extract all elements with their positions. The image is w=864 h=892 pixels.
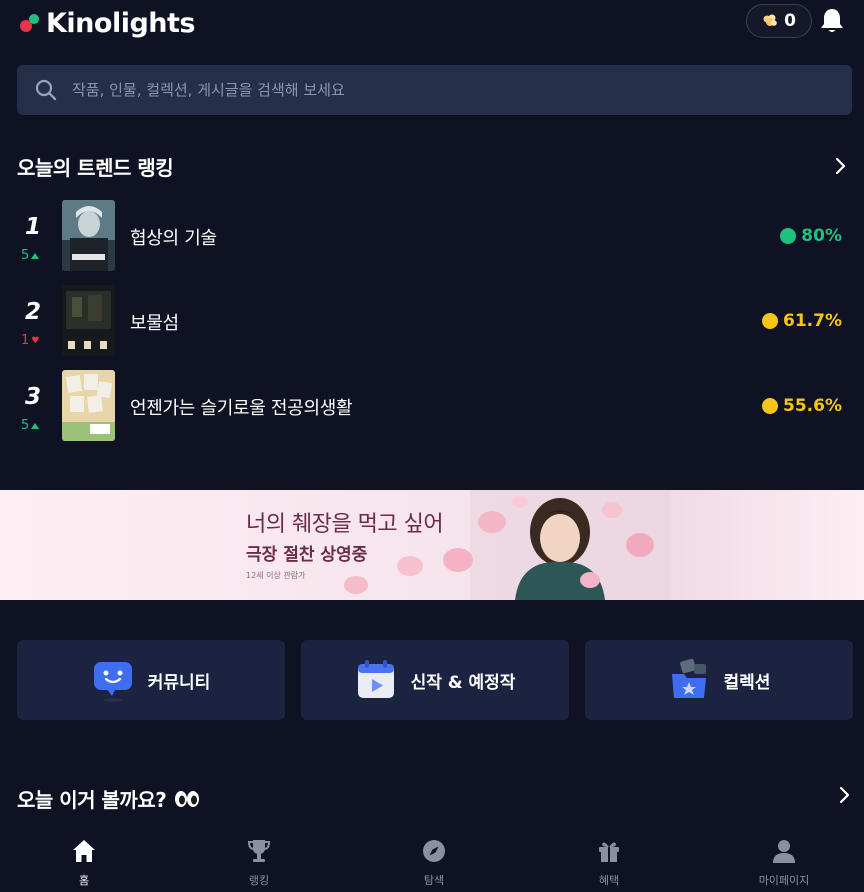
rank-up-icon	[31, 422, 40, 429]
search-icon	[35, 79, 57, 101]
community-label: 커뮤니티	[147, 672, 211, 693]
trend-ranking-title: 오늘의 트렌드 랭킹	[17, 156, 174, 180]
ranking-title: 언젠가는 슬기로울 전공의생활	[130, 398, 353, 419]
trend-more-chevron-icon[interactable]	[834, 156, 848, 176]
poster-image[interactable]	[62, 370, 115, 441]
new-releases-label: 신작 & 예정작	[410, 672, 516, 693]
score: 61.7%	[762, 311, 842, 331]
nav-benefits-label: 혜택	[598, 874, 620, 887]
notification-bell-icon[interactable]	[819, 7, 845, 35]
ranking-item[interactable]: 2 1 ♥ 보물섬 61.7%	[0, 285, 864, 357]
points-button[interactable]: 0	[746, 4, 812, 38]
nav-ranking[interactable]: 랭킹	[199, 838, 319, 888]
new-releases-button[interactable]: 신작 & 예정작	[301, 640, 569, 720]
nav-ranking-label: 랭킹	[248, 874, 270, 887]
rank-change: 5	[21, 418, 40, 433]
rank-change: 1 ♥	[21, 333, 40, 348]
score: 55.6%	[762, 396, 842, 416]
person-icon	[773, 840, 795, 863]
poster-image[interactable]	[62, 285, 115, 356]
poster-image[interactable]	[62, 200, 115, 271]
score: 80%	[780, 226, 842, 246]
ranking-item[interactable]: 3 5 언젠가는 슬기로울 전공의생활 55.6%	[0, 370, 864, 442]
banner-subtitle: 극장 절찬 상영중	[246, 545, 368, 565]
app-header: Kinolights 0	[0, 0, 864, 48]
recommend-title: 오늘 이거 볼까요?	[17, 788, 167, 812]
ranking-title: 보물섬	[130, 313, 179, 334]
rank-number: 3	[24, 384, 41, 410]
nav-home[interactable]: 홈	[24, 838, 144, 888]
recommend-section-header: 오늘 이거 볼까요?	[17, 784, 200, 813]
ranking-title: 협상의 기술	[130, 228, 217, 249]
rank-number: 2	[24, 299, 41, 325]
trophy-icon	[247, 840, 271, 862]
nav-explore[interactable]: 탐색	[374, 838, 494, 888]
nav-benefits[interactable]: 혜택	[549, 838, 669, 888]
home-icon	[73, 840, 95, 862]
points-value: 0	[784, 11, 796, 31]
kinolights-logo[interactable]: Kinolights	[18, 6, 195, 40]
score-dot-icon	[780, 228, 797, 244]
collection-button[interactable]: 컬렉션	[585, 640, 853, 720]
community-button[interactable]: 커뮤니티	[17, 640, 285, 720]
score-value: 55.6%	[783, 396, 842, 416]
search-bar[interactable]	[17, 65, 852, 115]
recommend-more-chevron-icon[interactable]	[838, 785, 852, 805]
score-dot-icon	[762, 398, 779, 414]
calendar-play-icon	[357, 660, 394, 698]
bottom-navigation: 홈 랭킹 탐색 혜택 마이페이지	[0, 830, 864, 892]
nav-mypage-label: 마이페이지	[758, 874, 810, 887]
nav-home-label: 홈	[78, 874, 90, 887]
score-value: 61.7%	[783, 311, 842, 331]
collection-label: 컬렉션	[723, 672, 771, 693]
popcorn-icon	[762, 13, 778, 29]
rank-number: 1	[24, 214, 41, 240]
community-chat-icon	[93, 662, 132, 702]
banner-title: 너의 췌장을 먹고 싶어	[246, 512, 444, 537]
rank-change: 5	[21, 248, 40, 263]
nav-mypage[interactable]: 마이페이지	[724, 838, 844, 888]
score-value: 80%	[801, 226, 842, 246]
score-dot-icon	[762, 313, 779, 329]
eyes-icon	[175, 790, 200, 807]
promo-banner[interactable]: 너의 췌장을 먹고 싶어 극장 절찬 상영중 12세 이상 관람가	[0, 490, 864, 600]
logo-text: Kinolights	[46, 7, 195, 39]
compass-icon	[423, 840, 445, 862]
rank-up-icon	[31, 252, 40, 259]
collection-folder-icon	[671, 658, 706, 698]
banner-rating: 12세 이상 관람가	[246, 571, 306, 580]
ranking-item[interactable]: 1 5 협상의 기술 80%	[0, 200, 864, 272]
rank-down-icon: ♥	[31, 335, 40, 346]
search-input[interactable]	[72, 81, 812, 99]
logo-mark-icon	[18, 10, 44, 36]
gift-icon	[599, 842, 619, 862]
nav-explore-label: 탐색	[423, 874, 445, 887]
